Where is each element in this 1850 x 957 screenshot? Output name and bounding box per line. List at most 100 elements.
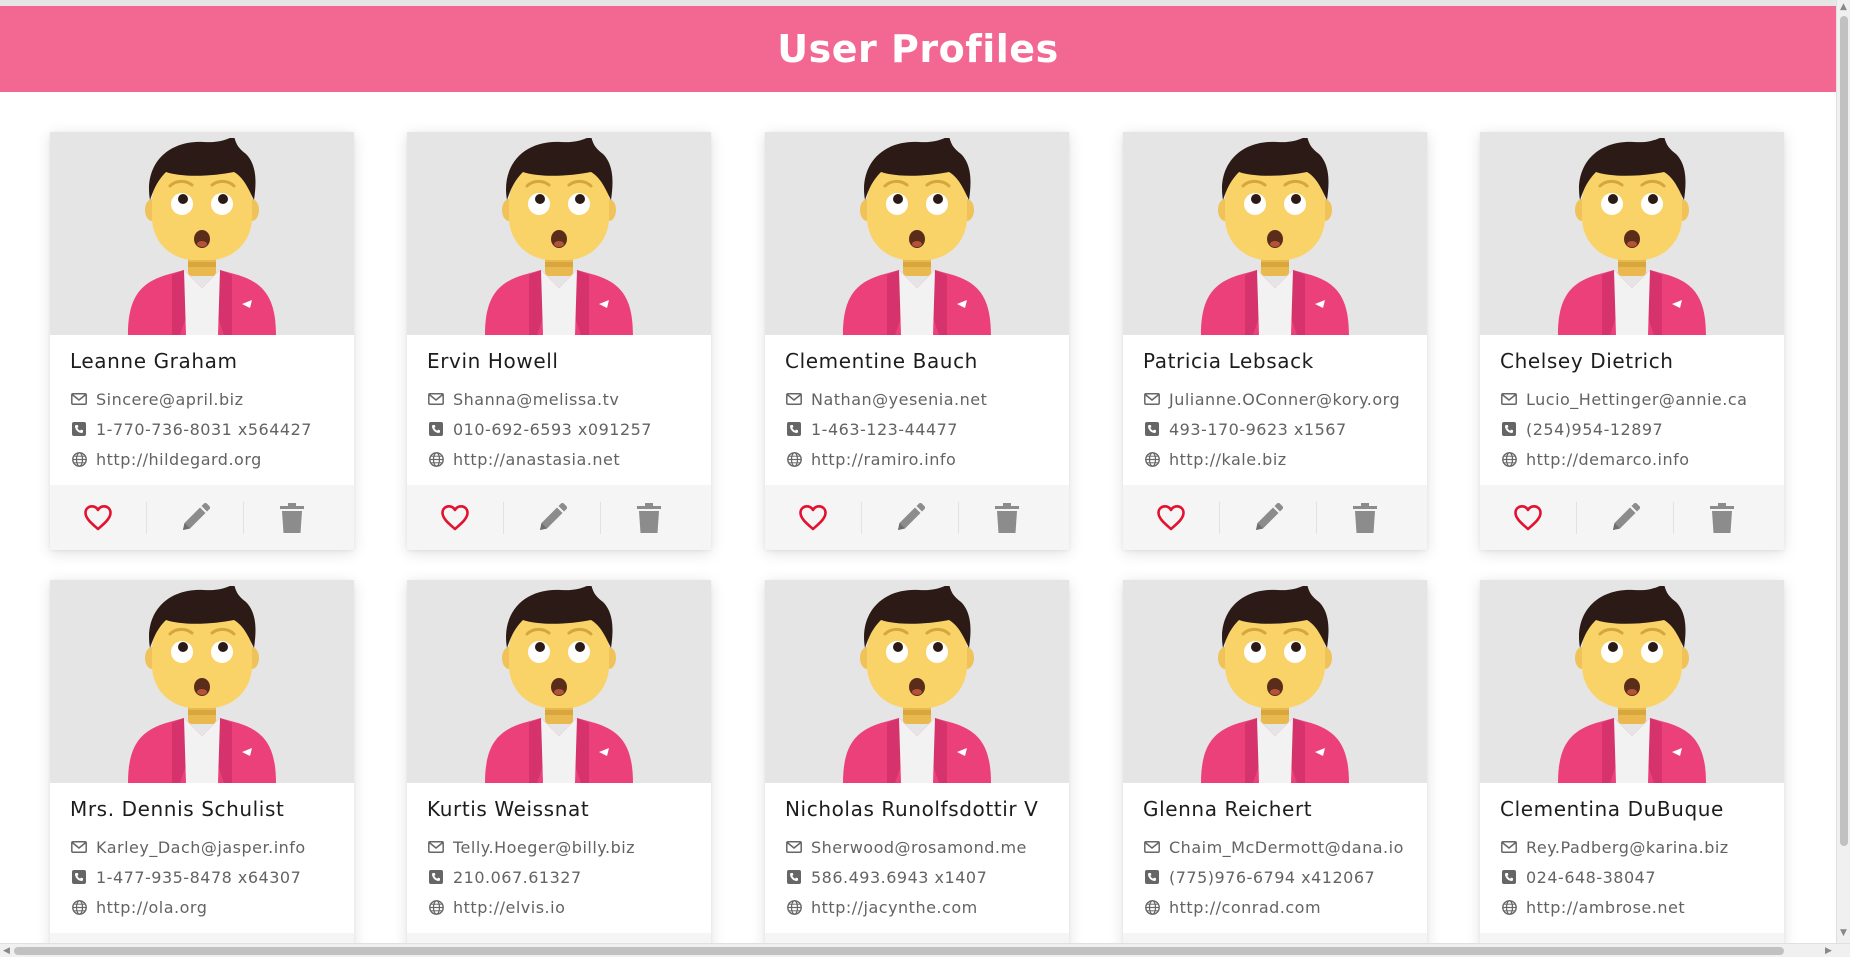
user-card: Nicholas Runolfsdottir V Sherwood@rosamo… (765, 580, 1069, 957)
man-avatar-icon (1201, 138, 1349, 335)
card-details: Clementine Bauch Nathan@yesenia.net 1-46… (765, 335, 1069, 485)
pencil-icon (1256, 502, 1283, 530)
user-website[interactable]: http://ola.org (96, 898, 207, 917)
globe-icon (1143, 451, 1161, 467)
user-website[interactable]: http://hildegard.org (96, 450, 262, 469)
man-avatar-icon (1558, 138, 1706, 335)
user-phone: 493-170-9623 x1567 (1169, 419, 1347, 439)
user-phone: 1-770-736-8031 x564427 (96, 419, 312, 439)
user-website[interactable]: http://ambrose.net (1526, 898, 1685, 917)
delete-button[interactable] (244, 485, 340, 550)
user-card: Clementina DuBuque Rey.Padberg@karina.bi… (1480, 580, 1784, 957)
user-phone: (254)954-12897 (1526, 419, 1664, 439)
horizontal-scrollbar[interactable]: ◀ ▶ (0, 943, 1850, 957)
trash-icon (1353, 502, 1377, 533)
phone-row: (775)976-6794 x412067 (1143, 866, 1375, 888)
website-row: http://kale.biz (1143, 448, 1287, 470)
edit-button[interactable] (504, 485, 600, 550)
envelope-icon (785, 391, 803, 407)
avatar (1480, 580, 1784, 783)
user-name: Mrs. Dennis Schulist (70, 797, 285, 821)
user-website[interactable]: http://elvis.io (453, 898, 565, 917)
delete-button[interactable] (959, 485, 1055, 550)
pencil-icon (898, 502, 925, 530)
card-details: Chelsey Dietrich Lucio_Hettinger@annie.c… (1480, 335, 1784, 485)
vertical-scrollbar[interactable]: ▲ ▼ (1836, 0, 1850, 943)
avatar (50, 580, 354, 783)
user-website[interactable]: http://kale.biz (1169, 450, 1287, 469)
avatar (1123, 132, 1427, 335)
avatar (1123, 580, 1427, 783)
user-card: Kurtis Weissnat Telly.Hoeger@billy.biz 2… (407, 580, 711, 957)
avatar (407, 132, 711, 335)
user-email: Rey.Padberg@karina.biz (1526, 837, 1729, 857)
globe-icon (1500, 899, 1518, 915)
scroll-right-arrow-icon[interactable]: ▶ (1825, 946, 1832, 956)
user-email: Telly.Hoeger@billy.biz (453, 837, 636, 857)
like-button[interactable] (1480, 485, 1576, 550)
delete-button[interactable] (1674, 485, 1770, 550)
user-website[interactable]: http://conrad.com (1169, 898, 1321, 917)
user-email: Chaim_McDermott@dana.io (1169, 837, 1404, 857)
card-details: Patricia Lebsack Julianne.OConner@kory.o… (1123, 335, 1427, 485)
pencil-icon (1613, 502, 1640, 530)
email-row: Lucio_Hettinger@annie.ca (1500, 388, 1747, 410)
man-avatar-icon (485, 138, 633, 335)
website-row: http://elvis.io (427, 896, 565, 918)
user-name: Chelsey Dietrich (1500, 349, 1674, 373)
email-row: Sherwood@rosamond.me (785, 836, 1027, 858)
phone-row: 586.493.6943 x1407 (785, 866, 987, 888)
user-phone: 210.067.61327 (453, 867, 582, 887)
envelope-icon (1143, 391, 1161, 407)
website-row: http://anastasia.net (427, 448, 620, 470)
email-row: Rey.Padberg@karina.biz (1500, 836, 1729, 858)
phone-icon (1143, 421, 1161, 437)
user-name: Clementina DuBuque (1500, 797, 1724, 821)
card-details: Nicholas Runolfsdottir V Sherwood@rosamo… (765, 783, 1069, 933)
card-details: Kurtis Weissnat Telly.Hoeger@billy.biz 2… (407, 783, 711, 933)
heart-icon (84, 505, 112, 531)
card-details: Glenna Reichert Chaim_McDermott@dana.io … (1123, 783, 1427, 933)
globe-icon (785, 451, 803, 467)
edit-button[interactable] (1577, 485, 1673, 550)
envelope-icon (1500, 839, 1518, 855)
edit-button[interactable] (1220, 485, 1316, 550)
man-avatar-icon (1558, 586, 1706, 783)
user-website[interactable]: http://ramiro.info (811, 450, 956, 469)
email-row: Karley_Dach@jasper.info (70, 836, 306, 858)
user-phone: 024-648-38047 (1526, 867, 1657, 887)
delete-button[interactable] (1317, 485, 1413, 550)
horizontal-scroll-thumb[interactable] (14, 947, 1784, 955)
man-avatar-icon (128, 138, 276, 335)
website-row: http://ambrose.net (1500, 896, 1685, 918)
envelope-icon (427, 391, 445, 407)
like-button[interactable] (1123, 485, 1219, 550)
scroll-up-arrow-icon[interactable]: ▲ (1840, 2, 1847, 12)
globe-icon (70, 451, 88, 467)
card-actions (407, 485, 711, 550)
email-row: Telly.Hoeger@billy.biz (427, 836, 635, 858)
like-button[interactable] (765, 485, 861, 550)
card-actions (1480, 485, 1784, 550)
user-card: Glenna Reichert Chaim_McDermott@dana.io … (1123, 580, 1427, 957)
globe-icon (427, 899, 445, 915)
user-phone: 1-463-123-44477 (811, 419, 958, 439)
envelope-icon (1500, 391, 1518, 407)
scroll-left-arrow-icon[interactable]: ◀ (3, 946, 10, 956)
globe-icon (1143, 899, 1161, 915)
edit-button[interactable] (862, 485, 958, 550)
user-email: Shanna@melissa.tv (453, 389, 620, 409)
user-email: Sherwood@rosamond.me (811, 837, 1027, 857)
scroll-down-arrow-icon[interactable]: ▼ (1840, 928, 1847, 938)
delete-button[interactable] (601, 485, 697, 550)
user-card-grid: Leanne Graham Sincere@april.biz 1-770-73… (0, 0, 1836, 957)
user-website[interactable]: http://demarco.info (1526, 450, 1690, 469)
edit-button[interactable] (147, 485, 243, 550)
globe-icon (1500, 451, 1518, 467)
like-button[interactable] (50, 485, 146, 550)
envelope-icon (1143, 839, 1161, 855)
like-button[interactable] (407, 485, 503, 550)
user-website[interactable]: http://jacynthe.com (811, 898, 978, 917)
user-website[interactable]: http://anastasia.net (453, 450, 620, 469)
vertical-scroll-thumb[interactable] (1840, 16, 1848, 846)
